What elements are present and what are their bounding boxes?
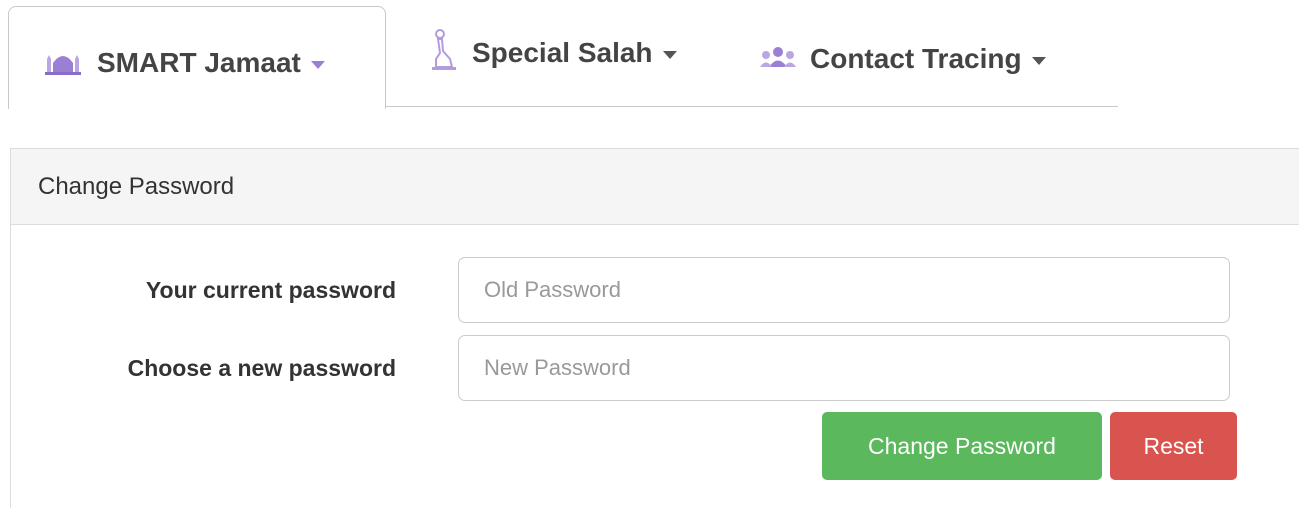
mosque-icon (43, 45, 83, 82)
users-icon (760, 43, 796, 75)
tab-label: Special Salah (472, 37, 653, 68)
nav-divider (385, 106, 1118, 107)
new-password-input[interactable] (458, 335, 1230, 401)
tab-special-salah[interactable]: Special Salah (428, 28, 677, 78)
caret-down-icon (1031, 57, 1046, 65)
current-password-label: Your current password (145, 277, 396, 303)
tab-smart-jamaat[interactable]: SMART Jamaat (8, 6, 386, 109)
change-password-button[interactable]: Change Password (822, 412, 1102, 480)
tab-contact-tracing[interactable]: Contact Tracing (760, 34, 1046, 84)
caret-down-icon (662, 51, 677, 59)
caret-down-icon (310, 61, 325, 69)
change-password-panel: Change Password Your current password Ch… (10, 148, 1299, 508)
new-password-label: Choose a new password (127, 355, 396, 381)
main-nav: SMART Jamaat Special Salah Contact Traci… (8, 6, 1118, 109)
praying-person-icon (428, 28, 458, 78)
reset-button[interactable]: Reset (1110, 412, 1237, 480)
tab-label: Contact Tracing (810, 43, 1022, 74)
panel-heading: Change Password (11, 149, 1299, 225)
tab-label: SMART Jamaat (97, 47, 301, 78)
current-password-input[interactable] (458, 257, 1230, 323)
